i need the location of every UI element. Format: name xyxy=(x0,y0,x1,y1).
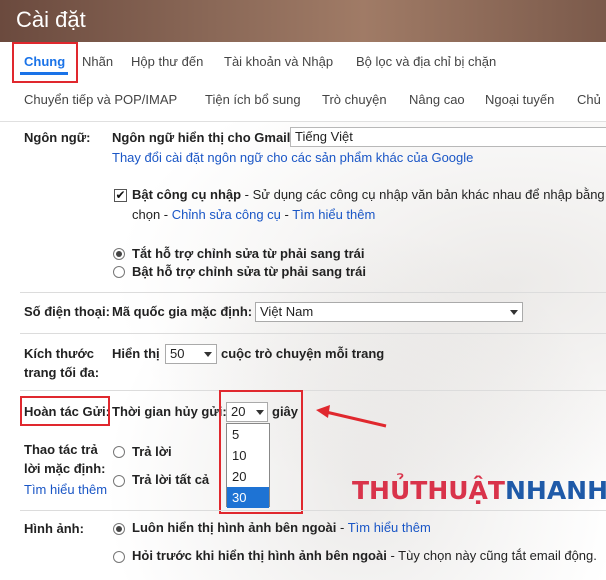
reply-all-option-label: Trả lời tất cả xyxy=(132,472,210,487)
change-language-link[interactable]: Thay đổi cài đặt ngôn ngữ cho các sản ph… xyxy=(112,149,473,167)
section-divider xyxy=(20,510,606,511)
tab-offline[interactable]: Ngoại tuyến xyxy=(485,92,554,107)
watermark-logo: THỦTHUẬTNHANH xyxy=(352,476,606,505)
section-divider xyxy=(20,292,606,293)
tab-chat[interactable]: Trò chuyện xyxy=(322,92,387,107)
display-language-label: Ngôn ngữ hiển thị cho Gmail: xyxy=(112,130,295,145)
ask-before-images-row: Hỏi trước khi hiển thị hình ảnh bên ngoà… xyxy=(132,547,597,565)
reply-learn-more-link[interactable]: Tìm hiểu thêm xyxy=(24,481,107,499)
reply-option-label: Trả lời xyxy=(132,444,172,459)
page-size-label-line2: trang tối đa: xyxy=(24,365,100,380)
input-tools-prefix: chọn - xyxy=(132,207,172,222)
language-label: Ngôn ngữ: xyxy=(24,130,91,145)
tab-inbox[interactable]: Hộp thư đến xyxy=(131,54,203,69)
section-divider xyxy=(20,390,606,391)
ask-before-images-label: Hỏi trước khi hiển thị hình ảnh bên ngoà… xyxy=(132,548,387,563)
country-code-value: Việt Nam xyxy=(260,304,314,319)
input-tools-checkbox[interactable]: ✔ xyxy=(114,189,127,202)
page-size-suffix: cuộc trò chuyện mỗi trang xyxy=(221,346,385,361)
images-label: Hình ảnh: xyxy=(24,521,84,536)
tab-labels[interactable]: Nhãn xyxy=(82,54,113,69)
chevron-down-icon xyxy=(204,352,212,357)
ask-before-images-desc: - Tùy chọn này cũng tắt email động. xyxy=(386,548,597,563)
country-code-select[interactable]: Việt Nam xyxy=(255,302,523,322)
reply-radio[interactable] xyxy=(113,446,125,458)
always-show-images-radio[interactable] xyxy=(113,523,125,535)
cancel-period-label: Thời gian hủy gửi: xyxy=(112,404,227,419)
highlight-box-dropdown xyxy=(219,390,303,514)
page-title: Cài đặt xyxy=(16,7,86,32)
page-size-select[interactable]: 50 xyxy=(165,344,217,364)
tab-forwarding[interactable]: Chuyển tiếp và POP/IMAP xyxy=(24,92,177,107)
rtl-on-radio[interactable] xyxy=(113,266,125,278)
settings-tabs: Chung Nhãn Hộp thư đến Tài khoản và Nhập… xyxy=(0,42,606,122)
link-separator: - xyxy=(336,520,348,535)
tab-advanced[interactable]: Nâng cao xyxy=(409,92,465,107)
input-tools-desc: - Sử dụng các công cụ nhập văn bản khác … xyxy=(241,187,605,202)
always-show-images-label: Luôn hiển thị hình ảnh bên ngoài xyxy=(132,520,337,535)
display-language-field[interactable]: Tiếng Việt xyxy=(290,127,606,147)
reply-label-line2: lời mặc định: xyxy=(24,461,106,476)
highlight-box-undo-send xyxy=(20,396,110,426)
tab-accounts[interactable]: Tài khoản và Nhập xyxy=(224,54,333,69)
edit-tools-link[interactable]: Chỉnh sửa công cụ xyxy=(172,207,281,222)
section-divider xyxy=(20,333,606,334)
rtl-off-label: Tắt hỗ trợ chỉnh sửa từ phải sang trái xyxy=(132,246,365,261)
tab-themes[interactable]: Chủ xyxy=(577,92,601,107)
reply-all-radio[interactable] xyxy=(113,475,125,487)
input-tools-row2: chọn - Chỉnh sửa công cụ - Tìm hiểu thêm xyxy=(132,206,375,224)
reply-label-line1: Thao tác trả xyxy=(24,442,98,457)
highlight-box-general-tab xyxy=(12,42,78,83)
ask-before-images-radio[interactable] xyxy=(113,551,125,563)
learn-more-link[interactable]: Tìm hiểu thêm xyxy=(292,207,375,222)
tab-filters[interactable]: Bộ lọc và địa chỉ bị chặn xyxy=(356,54,496,69)
rtl-on-label: Bật hỗ trợ chỉnh sửa từ phải sang trái xyxy=(132,264,366,279)
chevron-down-icon xyxy=(510,310,518,315)
page-size-value: 50 xyxy=(170,346,185,361)
tab-addons[interactable]: Tiện ích bổ sung xyxy=(205,92,301,107)
always-show-images-row: Luôn hiển thị hình ảnh bên ngoài - Tìm h… xyxy=(132,519,431,537)
phone-label: Số điện thoại: xyxy=(24,304,110,319)
link-separator: - xyxy=(280,207,293,222)
country-code-label: Mã quốc gia mặc định: xyxy=(112,304,253,319)
show-label: Hiển thị xyxy=(112,346,160,361)
images-learn-more-link[interactable]: Tìm hiểu thêm xyxy=(348,520,431,535)
input-tools-row: Bật công cụ nhập - Sử dụng các công cụ n… xyxy=(132,186,605,204)
page-size-label-line1: Kích thước xyxy=(24,346,94,361)
settings-header: Cài đặt xyxy=(0,0,606,42)
pointer-arrow-icon xyxy=(316,405,387,428)
input-tools-label: Bật công cụ nhập xyxy=(132,187,242,202)
rtl-off-radio[interactable] xyxy=(113,248,125,260)
